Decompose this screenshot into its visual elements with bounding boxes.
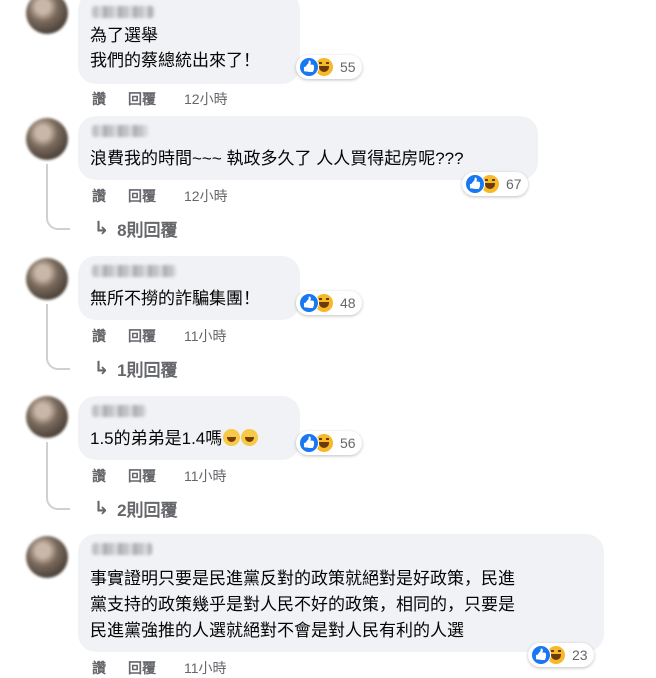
like-link[interactable]: 讚 <box>92 89 106 109</box>
comment-timestamp[interactable]: 12小時 <box>184 89 228 109</box>
avatar[interactable] <box>26 536 68 578</box>
comment-timestamp[interactable]: 11小時 <box>184 326 227 346</box>
reply-link[interactable]: 回覆 <box>128 89 156 109</box>
reply-link[interactable]: 回覆 <box>128 658 156 678</box>
like-reaction-icon <box>299 57 319 77</box>
comment-text-line-1: 事實證明只要是民進黨反對的政策就絕對是好政策，民進 <box>90 569 515 588</box>
reply-arrow-icon: ↳ <box>94 358 110 378</box>
commenter-name[interactable] <box>92 125 148 137</box>
avatar[interactable] <box>26 258 68 300</box>
comment-text: 無所不撈的詐騙集團！ <box>90 289 260 308</box>
reaction-count: 67 <box>506 176 522 192</box>
reaction-count: 23 <box>572 647 588 663</box>
thread-line <box>46 304 48 350</box>
reply-arrow-icon: ↳ <box>94 498 110 518</box>
thread-line <box>46 164 48 210</box>
reaction-summary[interactable]: 55 <box>296 55 362 79</box>
reply-arrow-icon: ↳ <box>94 218 110 238</box>
comment-text-line-2: 我們的蔡總統出來了！ <box>90 51 260 70</box>
comment-text-content: 1.5的弟弟是1.4嗎 <box>90 429 223 448</box>
comment-timestamp[interactable]: 11小時 <box>184 658 227 678</box>
avatar[interactable] <box>26 118 68 160</box>
like-link[interactable]: 讚 <box>92 326 106 346</box>
comment-text: 浪費我的時間~~~ 執政多久了 人人買得起房呢??? <box>90 149 464 168</box>
commenter-name[interactable] <box>92 265 176 277</box>
comment-text-line-3: 民進黨強推的人選就絕對不會是對人民有利的人選 <box>90 621 464 640</box>
comment-bubble: 浪費我的時間~~~ 執政多久了 人人買得起房呢??? <box>78 116 538 180</box>
comment-timestamp[interactable]: 11小時 <box>184 466 227 486</box>
like-link[interactable]: 讚 <box>92 658 106 678</box>
comment-text-line-1: 為了選舉 <box>90 26 158 45</box>
commenter-name[interactable] <box>92 6 154 18</box>
thread-connector <box>46 350 70 370</box>
replies-count: 1則回覆 <box>117 361 178 380</box>
reply-link[interactable]: 回覆 <box>128 326 156 346</box>
reaction-summary[interactable]: 56 <box>296 431 362 455</box>
like-link[interactable]: 讚 <box>92 186 106 206</box>
comment-bubble: 無所不撈的詐騙集團！ <box>78 256 300 320</box>
reaction-summary[interactable]: 48 <box>296 291 362 315</box>
laughing-emoji-icon <box>241 429 259 446</box>
thread-line <box>46 442 48 490</box>
replies-count: 8則回覆 <box>117 221 178 240</box>
like-link[interactable]: 讚 <box>92 466 106 486</box>
avatar[interactable] <box>26 396 68 438</box>
avatar[interactable] <box>26 0 68 34</box>
thread-connector <box>46 210 70 230</box>
replies-count: 2則回覆 <box>117 501 178 520</box>
laughing-emoji-icon <box>223 429 241 446</box>
comment-bubble: 事實證明只要是民進黨反對的政策就絕對是好政策，民進 黨支持的政策幾乎是對人民不好… <box>78 534 604 652</box>
comment-text: 1.5的弟弟是1.4嗎 <box>90 426 259 451</box>
reaction-count: 48 <box>340 295 356 311</box>
comment-bubble: 為了選舉 我們的蔡總統出來了！ <box>78 0 300 84</box>
reply-link[interactable]: 回覆 <box>128 186 156 206</box>
view-replies-link[interactable]: ↳ 2則回覆 <box>94 496 178 521</box>
reaction-summary[interactable]: 23 <box>528 643 594 667</box>
thread-connector <box>46 490 70 510</box>
reaction-summary[interactable]: 67 <box>462 172 528 196</box>
like-reaction-icon <box>531 645 551 665</box>
comment-text-line-2: 黨支持的政策幾乎是對人民不好的政策，相同的，只要是 <box>90 595 515 614</box>
like-reaction-icon <box>299 293 319 313</box>
reaction-count: 55 <box>340 59 356 75</box>
commenter-name[interactable] <box>92 543 152 555</box>
like-reaction-icon <box>299 433 319 453</box>
like-reaction-icon <box>465 174 485 194</box>
comment-bubble: 1.5的弟弟是1.4嗎 <box>78 396 300 460</box>
view-replies-link[interactable]: ↳ 1則回覆 <box>94 356 178 381</box>
comment-timestamp[interactable]: 12小時 <box>184 186 228 206</box>
commenter-name[interactable] <box>92 405 146 417</box>
reaction-count: 56 <box>340 435 356 451</box>
reply-link[interactable]: 回覆 <box>128 466 156 486</box>
view-replies-link[interactable]: ↳ 8則回覆 <box>94 216 178 241</box>
